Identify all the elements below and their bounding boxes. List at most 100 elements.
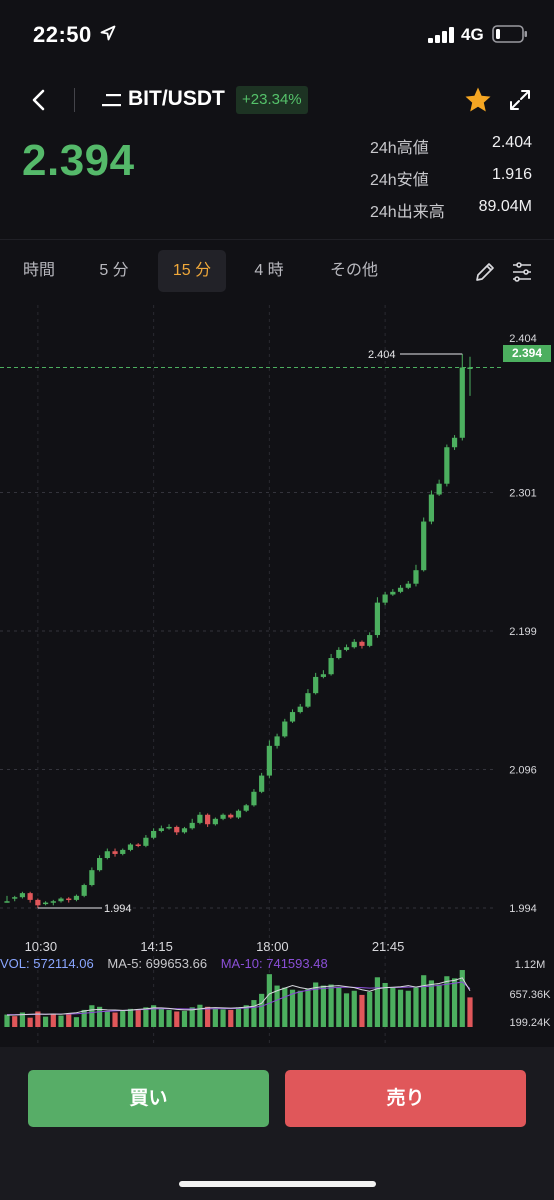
volume-bar: [428, 980, 435, 1027]
x-tick-label: 14:15: [140, 939, 173, 954]
indicator-settings-icon[interactable]: [511, 261, 533, 283]
candle-body: [297, 706, 303, 713]
sell-button[interactable]: 売り: [285, 1070, 526, 1127]
candle-body: [328, 658, 334, 675]
stat-low-label: 24h安値: [370, 172, 429, 189]
volume-bar: [451, 978, 458, 1027]
volume-bar: [4, 1014, 10, 1027]
y-tick-label: 2.301: [509, 488, 537, 500]
signal-bars-icon: [428, 27, 454, 43]
volume-tick-label: 657.36K: [510, 989, 552, 1001]
candle-body: [405, 583, 411, 588]
star-icon[interactable]: [464, 86, 492, 114]
pair-name[interactable]: BIT/USDT: [128, 87, 225, 111]
volume-bar: [120, 1010, 126, 1027]
volume-bar: [336, 987, 342, 1027]
candle-body: [58, 898, 64, 902]
buy-button[interactable]: 買い: [28, 1070, 269, 1127]
candle-body: [266, 745, 272, 776]
volume-bar: [405, 990, 411, 1027]
volume-bar: [289, 989, 296, 1027]
stat-low-value: 1.916: [491, 166, 532, 183]
change-badge: +23.34%: [236, 86, 308, 114]
candle-body: [104, 851, 110, 859]
y-tick-label: 2.096: [509, 765, 537, 777]
volume-bar: [235, 1007, 242, 1027]
tab-4h[interactable]: 4 時: [240, 250, 298, 292]
candle-body: [320, 674, 326, 677]
candle-body: [428, 494, 435, 522]
tab-time[interactable]: 時間: [10, 250, 68, 292]
candle-body: [89, 870, 95, 886]
candle-body: [421, 521, 427, 571]
candle-body: [127, 844, 134, 850]
candle-body: [12, 897, 18, 899]
expand-icon[interactable]: [508, 88, 532, 112]
candle-body: [243, 805, 249, 811]
volume-bar: [367, 991, 373, 1027]
y-tick-label: 2.199: [509, 626, 537, 638]
candle-body: [259, 775, 265, 792]
candle-body: [251, 791, 257, 806]
tab-5m[interactable]: 5 分: [85, 250, 143, 292]
candle-body: [274, 736, 280, 746]
status-time: 22:50: [33, 22, 92, 47]
trade-actions: 買い 売り: [0, 1047, 554, 1200]
volume-bar: [343, 993, 350, 1027]
volume-bar: [382, 982, 388, 1027]
volume-bar: [197, 1004, 203, 1027]
candle-body: [305, 693, 311, 707]
stat-high-value: 2.404: [491, 134, 532, 151]
volume-bar: [282, 987, 288, 1027]
candle-body: [289, 712, 296, 722]
price-chart[interactable]: 2.404 2.301 2.199 2.096 1.994 10:30 14:15 18:00…: [0, 305, 554, 1047]
candle-body: [197, 814, 203, 823]
volume-bar: [42, 1016, 49, 1027]
candle-body: [382, 594, 388, 603]
back-chevron-icon[interactable]: [28, 88, 50, 112]
candle-body: [174, 826, 180, 833]
volume-bar: [73, 1017, 80, 1027]
candle-body: [220, 814, 226, 819]
volume-bar: [143, 1007, 149, 1027]
menu-lines-icon[interactable]: [102, 92, 122, 108]
volume-bar: [436, 984, 442, 1027]
battery-icon: [492, 25, 527, 43]
x-tick-label: 10:30: [25, 939, 58, 954]
candle-body: [143, 837, 149, 846]
candle-body: [413, 570, 419, 584]
volume-bar: [397, 989, 404, 1027]
volume-bar: [135, 1009, 141, 1027]
candle-body: [81, 885, 87, 896]
high-marker-label: 2.404: [368, 349, 396, 361]
candle-body: [4, 901, 10, 903]
stat-high-label: 24h高値: [370, 140, 429, 157]
candle-body: [205, 814, 211, 825]
candle-body: [189, 822, 195, 829]
volume-bar: [66, 1013, 72, 1027]
last-price: 2.394: [22, 136, 135, 185]
tab-more[interactable]: その他: [318, 250, 390, 292]
volume-bar: [266, 974, 272, 1027]
volume-bar: [421, 975, 427, 1027]
candle-body: [97, 858, 103, 871]
candle-body: [50, 901, 56, 903]
candle-body: [313, 676, 319, 694]
y-tick-label: 2.404: [509, 333, 537, 345]
volume-bar: [328, 984, 334, 1027]
ma10-label: MA-10: 741593.48: [220, 956, 328, 971]
volume-bar: [259, 993, 265, 1027]
pencil-icon[interactable]: [474, 261, 496, 283]
tab-15m[interactable]: 15 分: [158, 250, 226, 292]
candle-body: [397, 587, 404, 592]
volume-bar: [12, 1016, 18, 1027]
candle-body: [374, 602, 380, 636]
candle-body: [158, 828, 164, 831]
candle-body: [451, 437, 458, 448]
candle-body: [359, 641, 365, 646]
volume-bar: [81, 1009, 87, 1027]
volume-bar: [359, 994, 365, 1027]
volume-bar: [181, 1010, 188, 1027]
candle-body: [212, 818, 218, 825]
chart-canvas[interactable]: 2.404 2.301 2.199 2.096 1.994 10:30 14:15 18:00…: [0, 305, 554, 1047]
